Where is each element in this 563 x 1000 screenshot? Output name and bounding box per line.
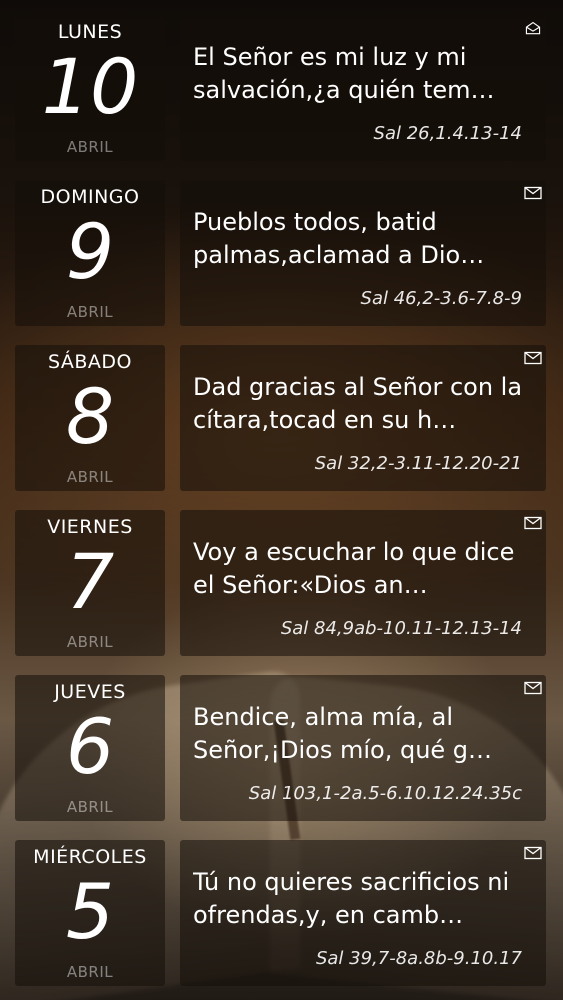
verse-card[interactable]: Pueblos todos, batid palmas,aclamad a Di… <box>180 180 546 326</box>
month-label: ABRIL <box>66 468 114 486</box>
mail-open-icon[interactable] <box>524 21 542 35</box>
date-card: LUNES 10 ABRIL <box>15 15 165 161</box>
month-label: ABRIL <box>66 138 114 156</box>
list-item[interactable]: SÁBADO 8 ABRIL Dad gracias al Señor con … <box>0 343 563 493</box>
date-card: DOMINGO 9 ABRIL <box>15 180 165 326</box>
day-number: 6 <box>65 702 115 791</box>
date-card: MIÉRCOLES 5 ABRIL <box>15 840 165 986</box>
month-label: ABRIL <box>66 963 114 981</box>
verse-card[interactable]: Bendice, alma mía, al Señor,¡Dios mío, q… <box>180 675 546 821</box>
day-number: 10 <box>41 42 139 131</box>
verse-card[interactable]: El Señor es mi luz y mi salvación,¿a qui… <box>180 15 546 161</box>
mail-icon[interactable] <box>524 846 542 860</box>
verse-text: Pueblos todos, batid palmas,aclamad a Di… <box>193 208 485 269</box>
month-label: ABRIL <box>66 303 114 321</box>
verse-text: Dad gracias al Señor con la cítara,tocad… <box>193 373 523 434</box>
verse-card[interactable]: Dad gracias al Señor con la cítara,tocad… <box>180 345 546 491</box>
date-card: VIERNES 7 ABRIL <box>15 510 165 656</box>
psalm-reference: Sal 32,2-3.11-12.20-21 <box>314 453 522 474</box>
month-label: ABRIL <box>66 798 114 816</box>
list-item[interactable]: DOMINGO 9 ABRIL Pueblos todos, batid pal… <box>0 178 563 328</box>
mail-icon[interactable] <box>524 516 542 530</box>
day-number: 7 <box>65 537 115 626</box>
verse-text: El Señor es mi luz y mi salvación,¿a qui… <box>193 43 495 104</box>
date-card: SÁBADO 8 ABRIL <box>15 345 165 491</box>
verse-card[interactable]: Tú no quieres sacrificios ni ofrendas,y,… <box>180 840 546 986</box>
date-card: JUEVES 6 ABRIL <box>15 675 165 821</box>
psalm-list[interactable]: LUNES 10 ABRIL El Señor es mi luz y mi s… <box>0 0 563 1000</box>
psalm-reference: Sal 39,7-8a.8b-9.10.17 <box>315 948 522 969</box>
day-number: 5 <box>65 867 115 956</box>
mail-icon[interactable] <box>524 351 542 365</box>
mail-icon[interactable] <box>524 186 542 200</box>
psalm-reference: Sal 103,1-2a.5-6.10.12.24.35c <box>248 783 522 804</box>
day-number: 8 <box>65 372 115 461</box>
day-number: 9 <box>65 207 115 296</box>
verse-card[interactable]: Voy a escuchar lo que dice el Señor:«Dio… <box>180 510 546 656</box>
month-label: ABRIL <box>66 633 114 651</box>
verse-text: Voy a escuchar lo que dice el Señor:«Dio… <box>193 538 515 599</box>
psalm-reference: Sal 46,2-3.6-7.8-9 <box>360 288 522 309</box>
list-item[interactable]: VIERNES 7 ABRIL Voy a escuchar lo que di… <box>0 508 563 658</box>
verse-text: Tú no quieres sacrificios ni ofrendas,y,… <box>193 868 510 929</box>
list-item[interactable]: MIÉRCOLES 5 ABRIL Tú no quieres sacrific… <box>0 838 563 988</box>
list-item[interactable]: JUEVES 6 ABRIL Bendice, alma mía, al Señ… <box>0 673 563 823</box>
verse-text: Bendice, alma mía, al Señor,¡Dios mío, q… <box>193 703 493 764</box>
psalm-reference: Sal 26,1.4.13-14 <box>373 123 522 144</box>
list-item[interactable]: LUNES 10 ABRIL El Señor es mi luz y mi s… <box>0 13 563 163</box>
psalm-reference: Sal 84,9ab-10.11-12.13-14 <box>280 618 522 639</box>
mail-icon[interactable] <box>524 681 542 695</box>
